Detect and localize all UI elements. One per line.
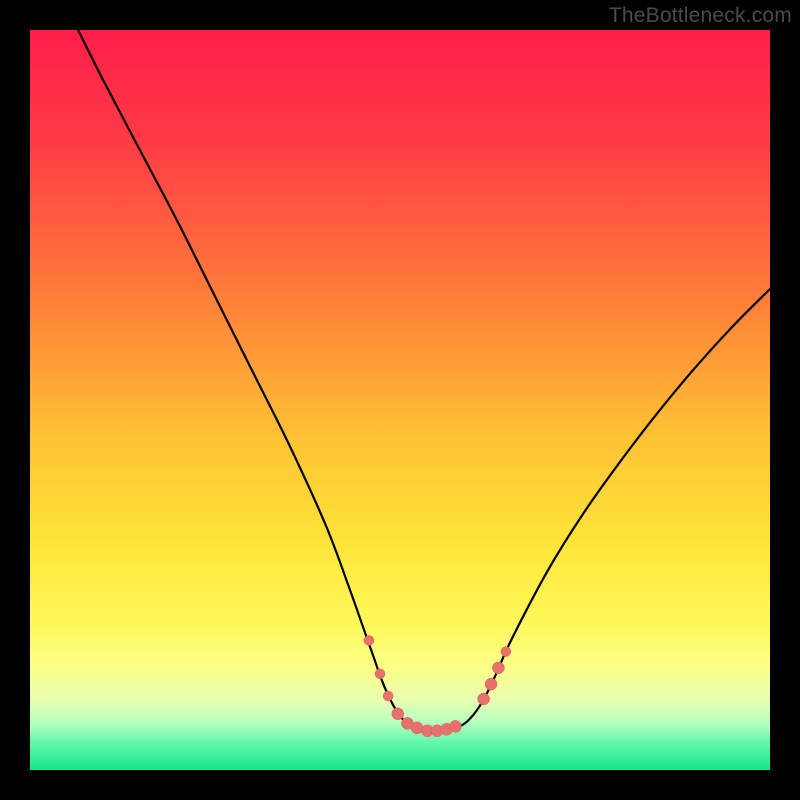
curve-marker — [501, 647, 511, 657]
curve-layer — [30, 30, 770, 770]
curve-marker — [478, 693, 490, 705]
curve-markers — [364, 636, 511, 737]
curve-marker — [450, 720, 462, 732]
curve-marker — [375, 669, 385, 679]
curve-marker — [485, 678, 497, 690]
watermark-text: TheBottleneck.com — [609, 4, 792, 28]
curve-marker — [492, 662, 504, 674]
curve-marker — [411, 722, 423, 734]
plot-area — [30, 30, 770, 770]
curve-marker — [364, 636, 374, 646]
curve-marker — [392, 708, 404, 720]
bottleneck-curve — [78, 30, 770, 731]
curve-marker — [383, 691, 393, 701]
